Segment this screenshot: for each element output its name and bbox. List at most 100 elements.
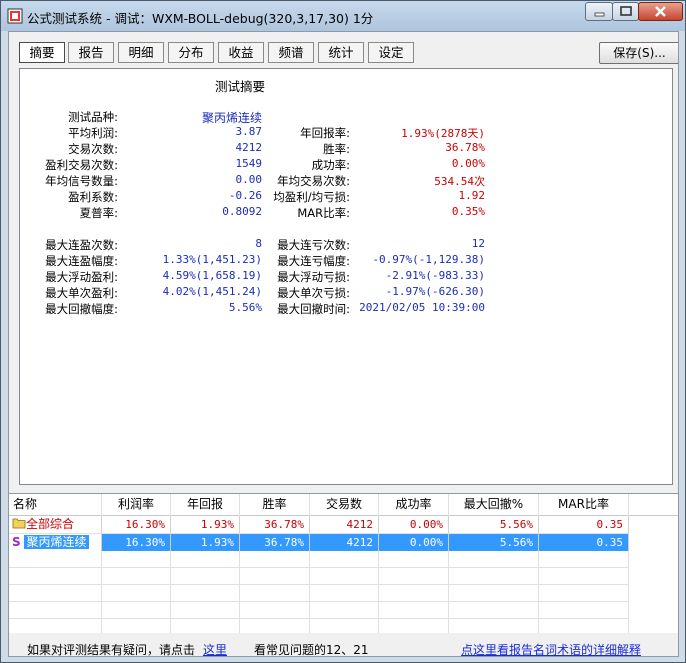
window-title: 公式测试系统 - 调试：WXM-BOLL-debug(320,3,17,30) … (27, 11, 374, 26)
tab-distribution[interactable]: 分布 (168, 42, 214, 63)
label-avg-profit: 平均利润: (68, 126, 118, 140)
value-annual-trades: 534.54次 (434, 175, 485, 188)
table-cell: 0.00% (379, 516, 449, 533)
table-row[interactable]: 全部综合 16.30% 1.93% 36.78% 4212 0.00% 5.56… (9, 516, 678, 533)
column-header-mar[interactable]: MAR比率 (539, 494, 629, 516)
summary-panel: 测试摘要 测试品种: 聚丙烯连续 平均利润: 3.87 交易次数: 4212 盈… (19, 68, 673, 485)
label-max-float-profit: 最大浮动盈利: (45, 270, 118, 284)
table-cell: 0.35 (539, 534, 629, 551)
table-row-selected[interactable]: S 聚丙烯连续 16.30% 1.93% 36.78% 4212 0.00% 5… (9, 534, 678, 551)
label-avg-win-loss: 均盈利/均亏损: (273, 190, 350, 204)
value-max-float-profit: 4.59%(1,658.19) (162, 269, 262, 282)
folder-icon (12, 518, 26, 529)
grid-line (9, 567, 629, 568)
tab-returns[interactable]: 收益 (218, 42, 264, 63)
grid-line (309, 494, 310, 633)
status-bar: 如果对评测结果有疑问，请点击 这里 看常见问题的12、21 点这里看报告名词术语… (9, 636, 678, 657)
value-avg-profit: 3.87 (235, 125, 263, 138)
label-win-trades: 盈利交易次数: (45, 158, 118, 172)
column-header-name[interactable]: 名称 (9, 494, 102, 516)
value-sharpe: 0.8092 (222, 205, 262, 218)
label-max-consec-loss-range: 最大连亏幅度: (277, 254, 350, 268)
label-symbol: 测试品种: (68, 110, 118, 124)
label-max-drawdown-time: 最大回撤时间: (277, 302, 350, 316)
status-question-text: 如果对评测结果有疑问，请点击 (27, 643, 196, 657)
grid-line (9, 584, 629, 585)
grid-line (239, 494, 240, 633)
tab-report[interactable]: 报告 (68, 42, 114, 63)
label-trade-count: 交易次数: (68, 142, 118, 156)
grid-line (9, 618, 629, 619)
status-faq-text: 看常见问题的12、21 (254, 643, 369, 657)
maximize-button[interactable] (612, 2, 639, 21)
table-cell-name: S 聚丙烯连续 (9, 534, 102, 551)
value-profit-factor: -0.26 (228, 189, 262, 202)
status-question-link[interactable]: 这里 (203, 641, 227, 656)
value-max-float-loss: -2.91%(-983.33) (385, 269, 485, 282)
grid-line (101, 494, 102, 633)
label-max-consec-win-range: 最大连盈幅度: (45, 254, 118, 268)
label-profit-factor: 盈利系数: (68, 190, 118, 204)
results-table: 名称 利润率 年回报 胜率 交易数 成功率 最大回撤% MAR比率 全部综合 1… (9, 493, 678, 633)
label-max-single-loss: 最大单次亏损: (277, 286, 350, 300)
grid-line (448, 494, 449, 633)
value-max-single-loss: -1.97%(-626.30) (385, 285, 485, 298)
value-symbol: 聚丙烯连续 (201, 111, 262, 125)
value-trade-count: 4212 (235, 141, 263, 154)
value-success-rate: 0.00% (451, 157, 485, 170)
table-cell: 36.78% (240, 516, 310, 533)
minimize-button[interactable] (585, 2, 613, 21)
column-header-filler (629, 494, 678, 516)
close-button[interactable] (638, 2, 683, 21)
tab-spectrum[interactable]: 频谱 (268, 42, 314, 63)
value-max-single-profit: 4.02%(1,451.24) (162, 285, 262, 298)
tab-detail[interactable]: 明细 (118, 42, 164, 63)
label-max-consec-losses: 最大连亏次数: (277, 238, 350, 252)
grid-line (538, 494, 539, 633)
grid-line (378, 494, 379, 633)
value-win-rate: 36.78% (445, 141, 485, 154)
label-max-float-loss: 最大浮动亏损: (277, 270, 350, 284)
value-win-trades: 1549 (235, 157, 263, 170)
column-header-max-drawdown[interactable]: 最大回撤% (449, 494, 539, 516)
tab-summary[interactable]: 摘要 (19, 42, 65, 63)
title-bar[interactable]: 公式测试系统 - 调试：WXM-BOLL-debug(320,3,17,30) … (1, 1, 685, 31)
table-cell: 16.30% (102, 534, 171, 551)
column-header-success-rate[interactable]: 成功率 (379, 494, 449, 516)
table-cell: 0.35 (539, 516, 629, 533)
column-header-win-rate[interactable]: 胜率 (240, 494, 310, 516)
column-header-annual-return[interactable]: 年回报 (171, 494, 240, 516)
glossary-link[interactable]: 点这里看报告名词术语的详细解释 (461, 641, 641, 656)
label-win-rate: 胜率: (323, 142, 350, 156)
label-annual-trades: 年均交易次数: (277, 174, 350, 188)
table-cell: 16.30% (102, 516, 171, 533)
app-icon (7, 8, 23, 24)
table-cell: 4212 (310, 516, 379, 533)
table-cell-name: 全部综合 (9, 516, 102, 533)
label-annual-return: 年回报率: (300, 126, 350, 140)
table-cell: 36.78% (240, 534, 310, 551)
value-max-drawdown-time: 2021/02/05 10:39:00 (359, 301, 485, 314)
value-avg-win-loss: 1.92 (458, 189, 486, 202)
row-name-label: 聚丙烯连续 (24, 535, 89, 549)
tab-statistics[interactable]: 统计 (318, 42, 364, 63)
table-cell: 5.56% (449, 534, 539, 551)
label-max-single-profit: 最大单次盈利: (45, 286, 118, 300)
value-annual-signals: 0.00 (235, 173, 263, 186)
row-name-label: 全部综合 (26, 517, 75, 531)
label-sharpe: 夏普率: (79, 206, 118, 220)
minimize-icon (594, 12, 605, 17)
label-max-drawdown: 最大回撤幅度: (45, 302, 118, 316)
value-max-consec-loss-range: -0.97%(-1,129.38) (372, 253, 485, 266)
save-button[interactable]: 保存(S)... (599, 42, 678, 64)
table-cell: 0.00% (379, 534, 449, 551)
value-max-consec-losses: 12 (471, 237, 485, 250)
maximize-icon (620, 6, 632, 16)
value-mar: 0.35% (451, 205, 485, 218)
column-header-profit-rate[interactable]: 利润率 (102, 494, 171, 516)
grid-line (628, 494, 629, 633)
grid-line (170, 494, 171, 633)
tab-settings[interactable]: 设定 (368, 42, 414, 63)
value-max-consec-wins: 8 (255, 237, 262, 250)
column-header-trades[interactable]: 交易数 (310, 494, 379, 516)
